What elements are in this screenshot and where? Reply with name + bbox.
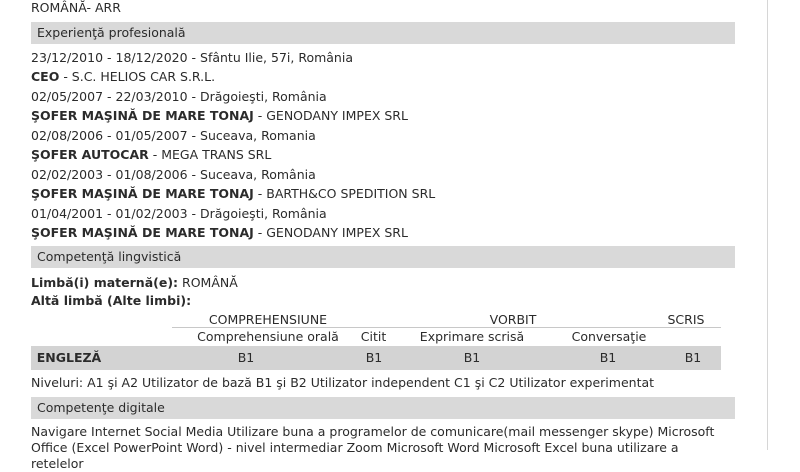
job-title: ŞOFER MAŞINĂ DE MARE TONAJ	[31, 225, 254, 240]
digital-section-title: Competenţe digitale	[37, 400, 165, 415]
subheader-listening: Comprehensiune orală	[197, 329, 339, 344]
other-languages-label: Altă limbă (Alte limbi):	[31, 293, 192, 308]
cv-page: ROMÂNĂ- ARR Experienţă profesională 23/1…	[0, 0, 800, 471]
levels-note: Niveluri: A1 şi A2 Utilizator de bază B1…	[31, 375, 655, 390]
language-section-title: Competenţă lingvistică	[37, 249, 182, 264]
mother-tongue: Limbă(i) maternă(e): ROMÂNĂ	[31, 275, 238, 291]
level-reading: B1	[365, 350, 383, 365]
mother-tongue-line: ROMÂNĂ- ARR	[31, 0, 121, 15]
digital-section-header: Competenţe digitale	[31, 397, 735, 419]
employer: - S.C. HELIOS CAR S.R.L.	[59, 69, 216, 84]
experience-period: 01/04/2001 - 01/02/2003 - Drăgoieşti, Ro…	[31, 206, 327, 221]
level-spoken-production: B1	[463, 350, 481, 365]
level-spoken-interaction: B1	[599, 350, 617, 365]
subheader-reading: Citit	[360, 329, 387, 344]
experience-position: ŞOFER AUTOCAR - MEGA TRANS SRL	[31, 147, 271, 163]
group-header-comprehension: COMPREHENSIUNE	[208, 312, 328, 327]
group-header-speaking: VORBIT	[489, 312, 537, 327]
experience-position: ŞOFER MAŞINĂ DE MARE TONAJ - GENODANY IM…	[31, 108, 408, 124]
experience-period: 02/02/2003 - 01/08/2006 - Suceava, Român…	[31, 167, 316, 182]
employer: - BARTH&CO SPEDITION SRL	[253, 186, 436, 201]
language-row-english: ENGLEZĂ B1 B1 B1 B1 B1	[31, 346, 721, 370]
level-listening: B1	[237, 350, 255, 365]
employer: - GENODANY IMPEX SRL	[253, 108, 408, 123]
job-title: ŞOFER MAŞINĂ DE MARE TONAJ	[31, 186, 254, 201]
subheader-spoken-production: Exprimare scrisă	[419, 329, 525, 344]
subheader-spoken-interaction: Conversaţie	[571, 329, 647, 344]
mother-tongue-value: ROMÂNĂ	[178, 275, 238, 290]
experience-section-title: Experienţă profesională	[37, 25, 186, 40]
employer: - MEGA TRANS SRL	[148, 147, 272, 162]
job-title: CEO	[31, 69, 60, 84]
experience-position: ŞOFER MAŞINĂ DE MARE TONAJ - BARTH&CO SP…	[31, 186, 435, 202]
experience-section-header: Experienţă profesională	[31, 22, 735, 44]
digital-skills-text: Navigare Internet Social Media Utilizare…	[31, 424, 715, 471]
job-title: ŞOFER MAŞINĂ DE MARE TONAJ	[31, 108, 254, 123]
employer: - GENODANY IMPEX SRL	[253, 225, 408, 240]
header-divider	[172, 327, 721, 328]
experience-period: 23/12/2010 - 18/12/2020 - Sfântu Ilie, 5…	[31, 50, 353, 65]
experience-position: ŞOFER MAŞINĂ DE MARE TONAJ - GENODANY IM…	[31, 225, 408, 241]
level-writing: B1	[684, 350, 702, 365]
language-name: ENGLEZĂ	[36, 350, 102, 365]
job-title: ŞOFER AUTOCAR	[31, 147, 149, 162]
experience-period: 02/05/2007 - 22/03/2010 - Drăgoieşti, Ro…	[31, 89, 327, 104]
language-section-header: Competenţă lingvistică	[31, 246, 735, 268]
mother-tongue-label: Limbă(i) maternă(e):	[31, 275, 179, 290]
page-edge-divider	[767, 0, 768, 450]
language-subheader-row: Comprehensiune orală Citit Exprimare scr…	[31, 329, 721, 346]
group-header-writing: SCRIS	[667, 312, 705, 327]
experience-position: CEO - S.C. HELIOS CAR S.R.L.	[31, 69, 215, 85]
experience-period: 02/08/2006 - 01/05/2007 - Suceava, Roman…	[31, 128, 316, 143]
